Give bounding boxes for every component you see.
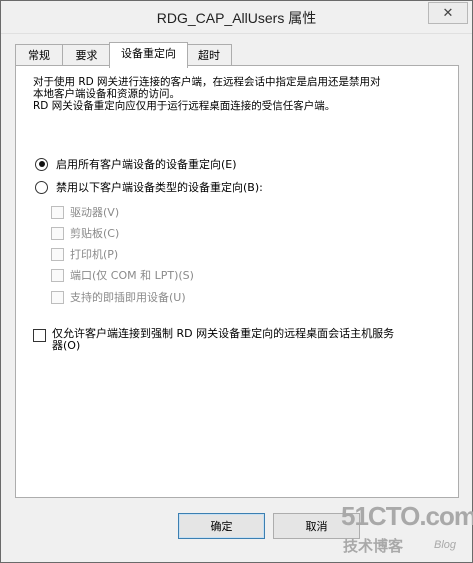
checkbox-icon[interactable] [33,329,46,342]
checkbox-ports-label: 端口(仅 COM 和 LPT)(S) [70,269,194,282]
title-bar: RDG_CAP_AllUsers 属性 ✕ [1,1,472,34]
description-line: 本地客户端设备和资源的访问。 [33,88,180,100]
close-button[interactable]: ✕ [428,2,468,24]
watermark-site: 51CTO.com [341,501,473,531]
checkbox-enforce-label: 仅允许客户端连接到强制 RD 网关设备重定向的远程桌面会话主机服务 器(O) [52,328,394,352]
checkbox-clipboard-label: 剪贴板(C) [70,227,120,240]
checkbox-drives-label: 驱动器(V) [70,206,120,219]
watermark: 51CTO.com 技术博客 Blog [341,501,473,561]
window-title: RDG_CAP_AllUsers 属性 [156,10,317,26]
radio-disable-types-label: 禁用以下客户端设备类型的设备重定向(B): [56,181,263,194]
checkbox-clipboard[interactable]: 剪贴板(C) [51,225,119,241]
tab-panel-device-redirection: 对于使用 RD 网关进行连接的客户端，在远程会话中指定是启用还是禁用对 本地客户… [15,65,459,498]
radio-unselected-icon[interactable] [35,180,48,194]
watermark-blog: Blog [434,539,457,551]
description-text: 对于使用 RD 网关进行连接的客户端，在远程会话中指定是启用还是禁用对 本地客户… [33,76,443,112]
enforce-label-line: 器(O) [52,339,81,352]
tab-general[interactable]: 常规 [15,44,63,66]
radio-enable-all-label: 启用所有客户端设备的设备重定向(E) [56,158,237,171]
checkbox-icon[interactable] [51,226,64,240]
checkbox-icon[interactable] [51,205,64,219]
properties-dialog: RDG_CAP_AllUsers 属性 ✕ 常规 要求 设备重定向 超时 对于使… [0,0,473,563]
description-line: 对于使用 RD 网关进行连接的客户端，在远程会话中指定是启用还是禁用对 [33,76,381,88]
cancel-button[interactable]: 取消 [273,513,360,539]
close-icon: ✕ [442,5,454,21]
checkbox-icon[interactable] [51,268,64,282]
radio-selected-icon[interactable] [35,157,48,171]
checkbox-drives[interactable]: 驱动器(V) [51,204,119,220]
checkbox-enforce-redirection[interactable]: 仅允许客户端连接到强制 RD 网关设备重定向的远程桌面会话主机服务 器(O) [33,328,394,352]
checkbox-ports[interactable]: 端口(仅 COM 和 LPT)(S) [51,267,194,283]
checkbox-pnp-devices[interactable]: 支持的即插即用设备(U) [51,289,186,305]
checkbox-printers[interactable]: 打印机(P) [51,246,118,262]
tab-device-redirection[interactable]: 设备重定向 [109,42,188,68]
checkbox-pnp-devices-label: 支持的即插即用设备(U) [70,291,186,304]
ok-button[interactable]: 确定 [178,513,265,539]
radio-disable-types[interactable]: 禁用以下客户端设备类型的设备重定向(B): [35,179,263,195]
radio-enable-all[interactable]: 启用所有客户端设备的设备重定向(E) [35,156,237,172]
checkbox-icon[interactable] [51,290,64,304]
checkbox-printers-label: 打印机(P) [70,248,119,261]
tab-timeouts[interactable]: 超时 [186,44,232,66]
checkbox-icon[interactable] [51,247,64,261]
enforce-label-line: 仅允许客户端连接到强制 RD 网关设备重定向的远程桌面会话主机服务 [52,327,395,340]
tab-requirements[interactable]: 要求 [62,44,111,66]
description-line: RD 网关设备重定向应仅用于运行远程桌面连接的受信任客户端。 [33,100,336,112]
